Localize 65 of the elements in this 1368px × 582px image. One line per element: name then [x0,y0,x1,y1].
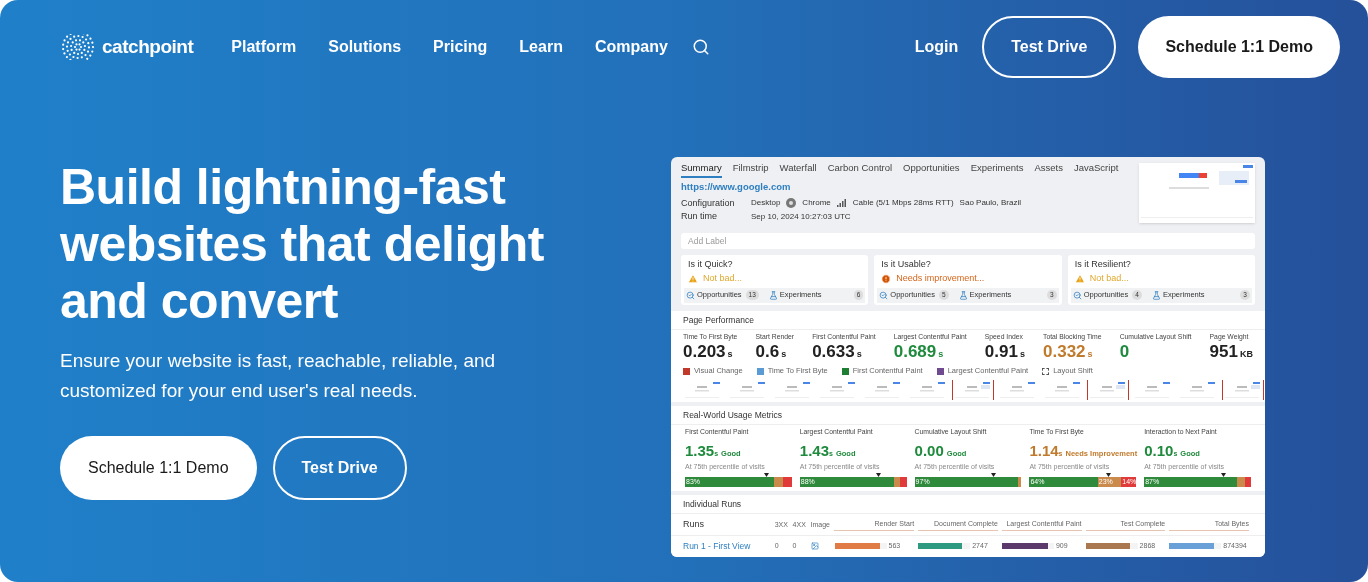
check-title: Is it Usable? [880,257,932,271]
metric-value: 0.91 s [984,342,1025,364]
magnifier-icon [686,290,695,300]
dashboard-tab[interactable]: JavaScript [1073,161,1119,179]
browser-icon [786,198,797,209]
check-title: Is it Resilient? [1073,257,1132,271]
device-text: Desktop [751,197,781,210]
browser-text: Chrome [802,197,831,210]
metric-value: 951 KB [1209,342,1253,364]
test-drive-button[interactable]: Test Drive [272,436,407,500]
flask-icon [1151,290,1161,300]
subtitle: Ensure your website is fast, reachable, reliable, and customized for your end user's real needs. [60,349,497,403]
dashboard-tab[interactable]: Waterfall [779,161,817,179]
dashboard-tab[interactable]: Experiments [970,161,1024,179]
dashboard-tab[interactable]: Filmstrip [732,161,769,179]
signal-icon [836,199,847,208]
run-time-value: Sep 10, 2024 10:27:03 UTC [751,210,851,223]
nav-link[interactable]: Solutions [328,35,402,59]
warning-icon [688,273,698,284]
location-text: Sao Paulo, Brazil [959,197,1021,210]
run-time-label: Run time [681,210,718,223]
metric-value: 0 [1119,342,1131,363]
magnifier-icon [1072,290,1082,300]
nav-link[interactable]: Learn [519,35,563,59]
column-header: Runs [683,518,705,532]
flask-icon [958,290,968,300]
headline: Build lightning-fast websites that delight and convert [60,159,545,330]
magnifier-icon [879,290,889,300]
connection-text: Cable (5/1 Mbps 28ms RTT) [852,197,954,210]
label-field[interactable]: Add Label [681,232,1255,249]
metric-value: 0.203 s [683,342,734,364]
alert-icon [881,273,892,284]
section-title: Individual Runs [671,494,1265,515]
metric-value: 0.00 [914,440,944,461]
section-title: Page Performance [671,310,1265,331]
dashboard-tab[interactable]: Opportunities [903,161,960,179]
warning-icon [1074,273,1085,284]
check-title: Is it Quick? [687,257,734,271]
config-label: Configuration [681,196,736,210]
section-title: Real-World Usage Metrics [671,405,1265,426]
demo-button[interactable]: Schedule 1:1 Demo [1138,16,1340,78]
logo-icon [60,34,96,60]
demo-button[interactable]: Schedule 1:1 Demo [60,436,257,500]
run-link[interactable]: Run 1 - First View [683,540,775,553]
nav-link[interactable]: Platform [231,35,297,59]
nav-link[interactable]: Company [594,35,668,59]
check-verdict: Not bad... [703,272,743,285]
check-verdict: Needs improvement... [896,272,985,285]
dashboard-tab[interactable]: Summary [681,161,722,179]
search-icon[interactable] [691,38,710,56]
image-icon[interactable] [810,542,819,551]
test-drive-button[interactable]: Test Drive [982,16,1117,78]
metric-value: 0.332 s [1043,342,1094,364]
check-verdict: Not bad... [1089,272,1129,285]
flask-icon [768,290,778,300]
metric-value: 0.6 s [755,342,788,364]
metric-value: 0.689 s [893,342,945,364]
dashboard-tab[interactable]: Carbon Control [827,161,893,179]
logo-text[interactable]: catchpoint [102,32,194,62]
login-link[interactable]: Login [914,35,959,59]
nav-link[interactable]: Pricing [433,35,488,59]
url-link[interactable]: https://www.google.com [681,180,1131,195]
legend-swatch [1042,367,1050,375]
dashboard-tab[interactable]: Assets [1034,161,1063,179]
metric-value: 0.633 s [812,342,863,364]
